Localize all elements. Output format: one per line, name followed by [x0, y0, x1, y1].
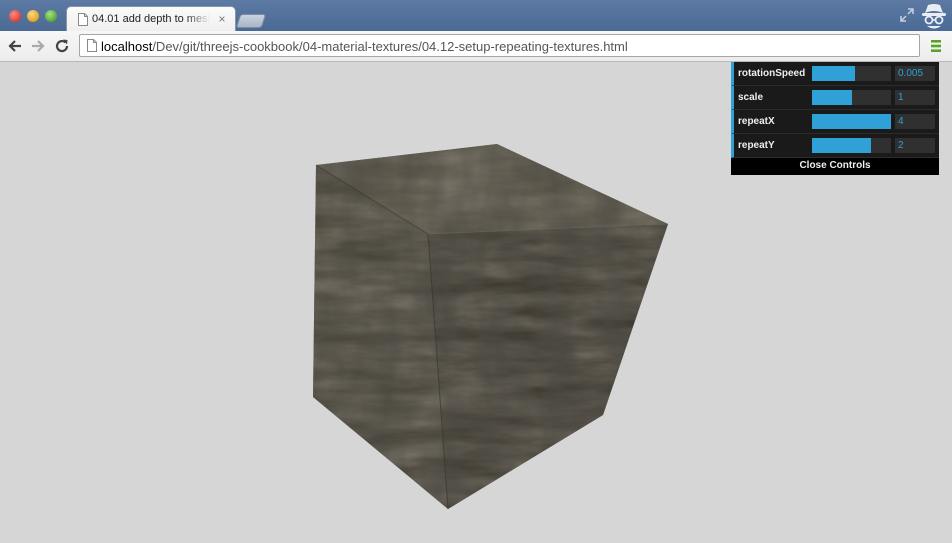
control-label: repeatY: [738, 140, 775, 151]
address-bar[interactable]: localhost/Dev/git/threejs-cookbook/04-ma…: [79, 34, 920, 57]
page-icon: [87, 39, 97, 52]
tab-close-icon[interactable]: ×: [216, 12, 228, 26]
close-window-button[interactable]: [9, 10, 21, 22]
forward-arrow-icon[interactable]: [28, 36, 48, 56]
browser-toolbar: localhost/Dev/git/threejs-cookbook/04-ma…: [0, 31, 952, 62]
control-row-repeaty: repeatY 2: [731, 134, 939, 158]
incognito-icon: [922, 4, 946, 29]
control-value-input[interactable]: 1: [895, 90, 935, 105]
close-controls-button[interactable]: Close Controls: [731, 158, 939, 175]
control-label: rotationSpeed: [738, 68, 806, 79]
url-text[interactable]: localhost/Dev/git/threejs-cookbook/04-ma…: [101, 39, 628, 54]
controls-panel: rotationSpeed 0.005 scale 1 repeatX 4 repeatY 2…: [731, 62, 939, 175]
control-slider[interactable]: [812, 138, 891, 153]
control-slider[interactable]: [812, 90, 891, 105]
tab-title: 04.01 add depth to mesh with bump map: [92, 13, 210, 25]
control-label: scale: [738, 92, 764, 103]
menu-icon[interactable]: [930, 39, 942, 53]
url-path: /Dev/git/threejs-cookbook/04-material-te…: [152, 39, 628, 54]
control-slider[interactable]: [812, 66, 891, 81]
back-arrow-icon[interactable]: [5, 36, 25, 56]
slider-fill: [812, 138, 872, 153]
control-row-repeatx: repeatX 4: [731, 110, 939, 134]
slider-fill: [812, 114, 891, 129]
title-bar: 04.01 add depth to mesh with bump map ×: [0, 0, 952, 33]
control-slider[interactable]: [812, 114, 891, 129]
browser-tab[interactable]: 04.01 add depth to mesh with bump map ×: [66, 6, 236, 33]
zoom-window-button[interactable]: [45, 10, 57, 22]
url-host: localhost: [101, 39, 153, 54]
control-value-input[interactable]: 2: [895, 138, 935, 153]
control-value-input[interactable]: 0.005: [895, 66, 935, 81]
control-label: repeatX: [738, 116, 775, 127]
slider-fill: [812, 66, 855, 81]
slider-fill: [812, 90, 852, 105]
new-tab-button[interactable]: [235, 14, 267, 28]
control-row-scale: scale 1: [731, 86, 939, 110]
fullscreen-icon[interactable]: [899, 7, 915, 23]
reload-icon[interactable]: [52, 36, 72, 56]
page-icon: [78, 13, 88, 26]
control-row-rotationspeed: rotationSpeed 0.005: [731, 62, 939, 86]
control-value-input[interactable]: 4: [895, 114, 935, 129]
minimize-window-button[interactable]: [27, 10, 39, 22]
